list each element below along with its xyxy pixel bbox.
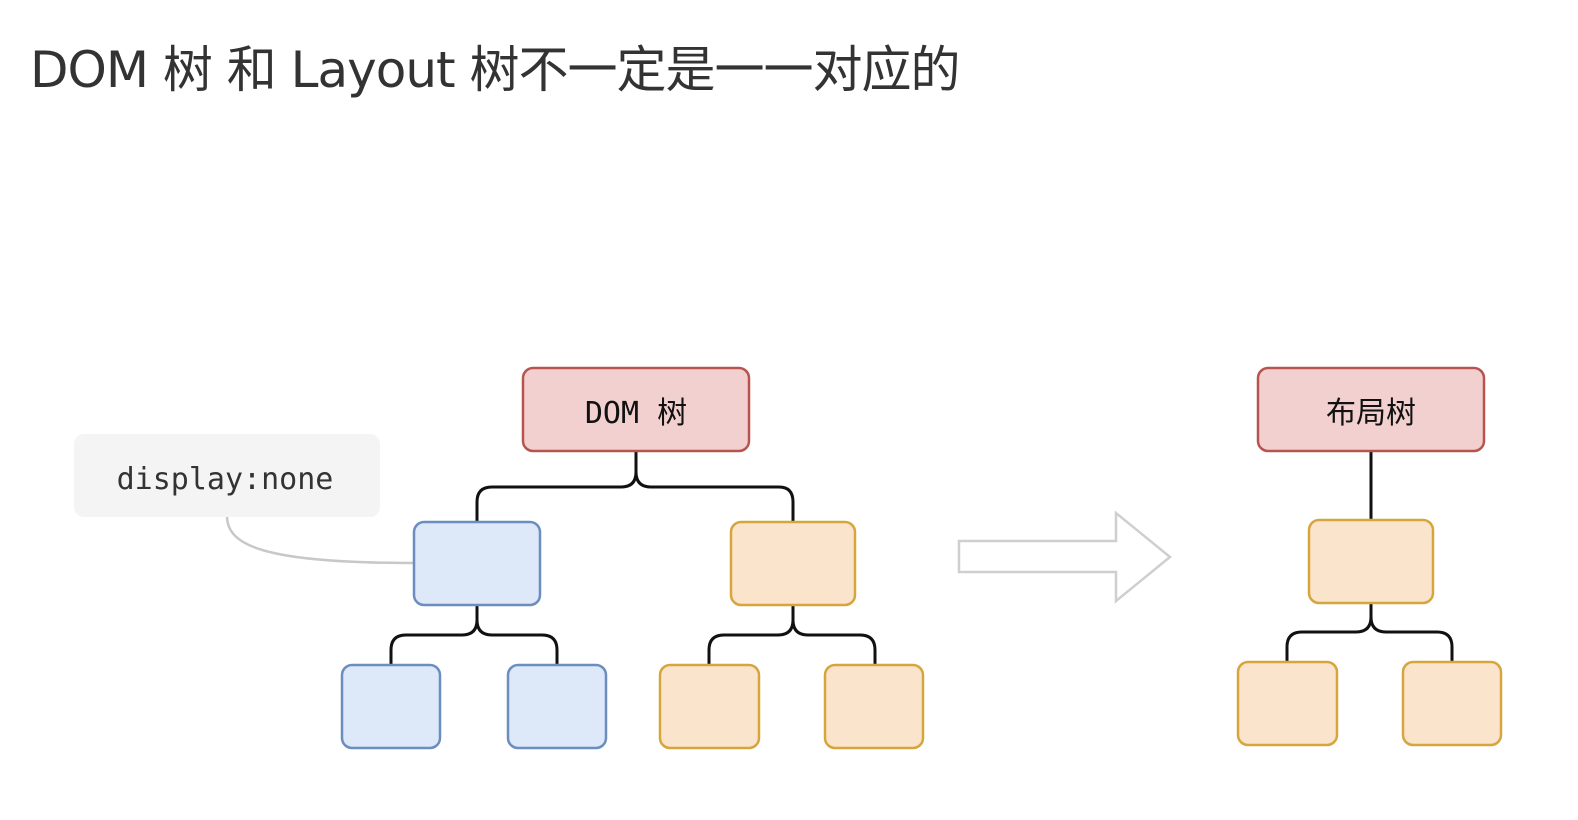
dom-visible-left-leaf-node [658,663,761,750]
display-none-note: display:none [74,434,380,517]
dom-root-node: DOM 树 [521,366,751,453]
dom-root-to-hidden-branch-connector [475,452,638,522]
tree-diagram: display:none DOM 树 布局树 [74,366,1503,750]
dom-root-to-visible-branch-connector [634,452,795,522]
layout-tree-label: 布局树 [1326,396,1416,431]
layout-root-node: 布局树 [1256,366,1486,453]
visible-branch-to-right-leaf-connector [791,605,877,665]
dom-visible-branch-node [729,520,857,607]
display-none-callout-line [225,515,415,565]
dom-hidden-branch-node [412,520,542,607]
layout-right-leaf-node [1401,660,1503,747]
dom-hidden-right-leaf-node [506,663,608,750]
layout-child-to-left-leaf-connector [1285,603,1373,662]
layout-child-node [1307,518,1435,605]
visible-branch-to-left-leaf-connector [707,605,795,665]
hidden-branch-to-left-leaf-connector [389,605,479,665]
dom-visible-right-leaf-node [823,663,925,750]
transform-arrow-icon [957,510,1172,604]
dom-hidden-left-leaf-node [340,663,442,750]
hidden-branch-to-right-leaf-connector [475,605,559,665]
display-none-label: display:none [117,462,334,497]
layout-child-to-right-leaf-connector [1369,603,1454,662]
dom-tree-label: DOM 树 [585,396,687,431]
layout-left-leaf-node [1236,660,1339,747]
